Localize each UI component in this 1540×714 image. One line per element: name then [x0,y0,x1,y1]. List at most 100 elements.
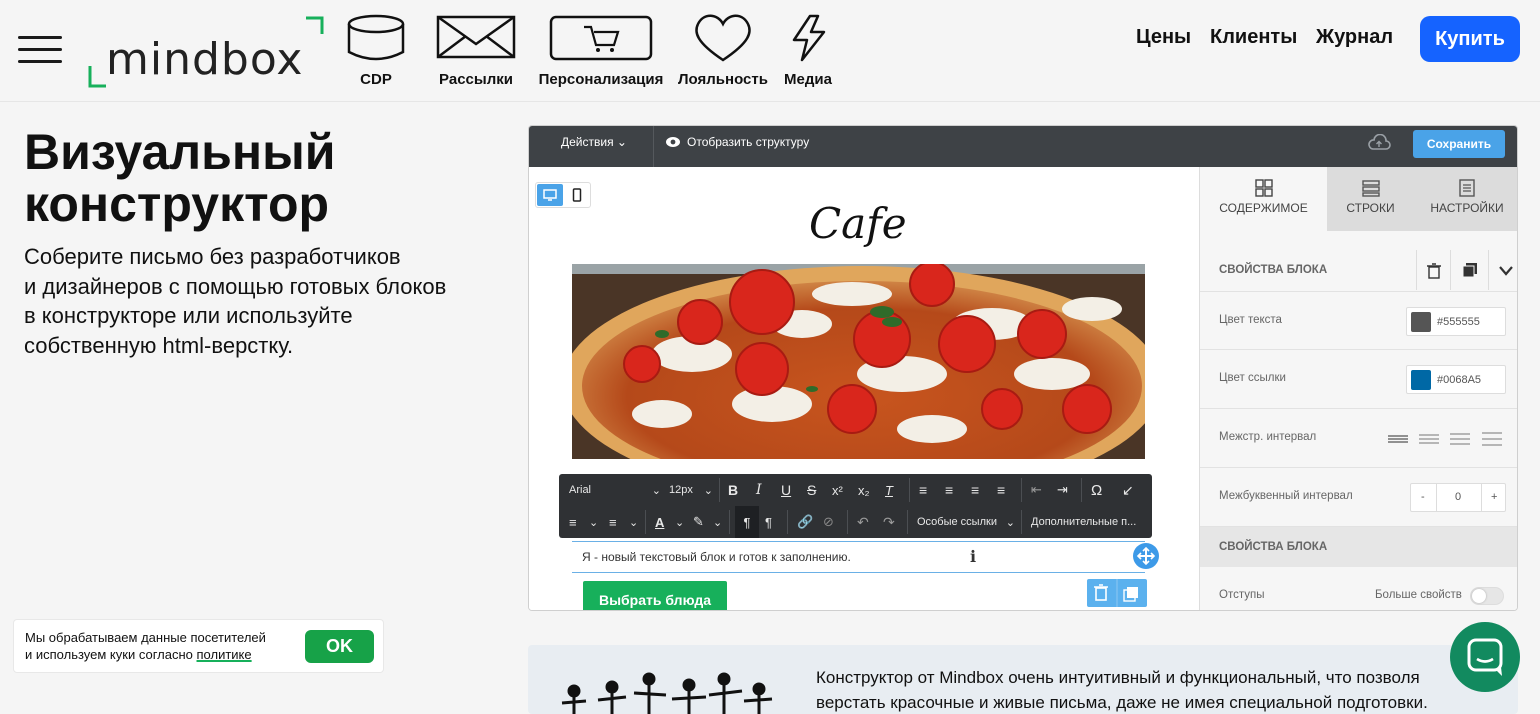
cloud-upload-icon[interactable] [1367,134,1391,152]
special-char-icon[interactable]: Ω [1091,474,1102,506]
duplicate-icon[interactable] [1123,587,1138,602]
highlight-icon[interactable]: ✎ [693,506,704,538]
actions-menu[interactable]: Действия ⌄ [561,135,627,149]
subtitle-line-1: Соберите письмо без разработчиков [24,244,401,269]
chevron-down-icon[interactable]: ⌄ [629,506,638,538]
nav-link-prices[interactable]: Цены [1136,26,1191,49]
padding-label: Отступы [1219,589,1265,601]
nav-cdp[interactable]: CDP [346,12,406,88]
nav-loyalty[interactable]: Лояльность [676,12,770,88]
cookie-line-1: Мы обрабатываем данные посетителей [25,630,266,645]
save-button[interactable]: Сохранить [1413,130,1505,158]
rtl-icon[interactable]: ¶ [765,506,772,538]
subtitle-line-2: и дизайнеров с помощью готовых блоков [24,273,447,299]
trash-icon[interactable] [1427,263,1441,279]
editor-toolbar: Действия ⌄ Отобразить структуру Сохранит… [529,126,1517,167]
chevron-down-icon[interactable] [1499,266,1513,276]
font-select[interactable]: Arial ⌄ [569,474,661,506]
align-justify-icon[interactable]: ≡ [997,474,1005,506]
chat-icon [1467,638,1503,676]
tab-settings[interactable]: НАСТРОЙКИ [1414,167,1517,231]
nav-personalization[interactable]: Персонализация [536,12,666,88]
align-left-icon[interactable]: ≡ [919,474,927,506]
letter-spacing-value[interactable]: 0 [1455,491,1461,503]
outdent-icon[interactable]: ⇤ [1031,474,1042,506]
nav-mailings-label: Рассылки [439,71,513,88]
link-color-picker[interactable]: #0068A5 [1406,365,1506,394]
tab-content[interactable]: СОДЕРЖИМОЕ [1200,167,1327,231]
bullet-list-icon[interactable]: ≡ [609,506,617,538]
desktop-icon[interactable] [537,184,563,206]
text-color-picker[interactable]: #555555 [1406,307,1506,336]
choose-dishes-button[interactable]: Выбрать блюда [583,581,727,610]
undo-icon[interactable]: ↶ [857,506,869,538]
decrement-button[interactable]: - [1421,491,1425,503]
italic-icon[interactable]: I [756,474,762,506]
increment-button[interactable]: + [1491,491,1497,503]
toolbar-row-1: Arial ⌄ 12px ⌄ B I U S x² x₂ T ≡ ≡ ≡ ≡ ⇤ ⇥… [559,474,1152,506]
buy-button[interactable]: Купить [1420,16,1520,62]
settings-doc-icon [1459,179,1475,197]
nav-media[interactable]: Медиа [780,12,836,88]
duplicate-icon[interactable] [1462,262,1478,278]
special-links-select[interactable]: Особые ссылки ⌄ [917,506,1015,538]
underline-icon[interactable]: U [781,474,791,506]
divider [1450,250,1451,290]
more-options-select[interactable]: Дополнительные п... [1031,506,1147,538]
text-color-icon[interactable]: A [655,506,664,538]
nav-mailings[interactable]: Рассылки [432,12,520,88]
subscript-icon[interactable]: x₂ [858,474,870,506]
ltr-icon[interactable]: ¶ [735,506,759,538]
text-color-label: Цвет текста [1219,314,1282,326]
policy-link[interactable]: политике [197,647,252,662]
text-color-value: #555555 [1437,316,1480,328]
superscript-icon[interactable]: x² [832,474,843,506]
tab-rows[interactable]: СТРОКИ [1327,167,1414,231]
cookie-ok-button[interactable]: OK [305,630,374,663]
nav-link-clients[interactable]: Клиенты [1210,26,1297,49]
link-color-row: Цвет ссылки #0068A5 [1200,350,1517,409]
rows-icon [1361,180,1380,197]
divider [1416,250,1417,290]
clear-format-icon[interactable]: T [885,474,893,506]
site-header: mindbox CDP Рассылки Персонализация Лоял… [0,0,1540,102]
testimonial-text: Конструктор от Mindbox очень интуитивный… [816,665,1496,714]
title-line-2: конструктор [24,176,330,232]
cart-icon [549,15,653,61]
line-height-options[interactable] [1386,432,1506,446]
redo-icon[interactable]: ↷ [883,506,895,538]
pizza-photo [572,264,1145,459]
chevron-down-icon[interactable]: ⌄ [713,506,722,538]
divider [719,478,720,502]
chat-button[interactable] [1450,622,1520,692]
chevron-down-icon: ⌄ [703,484,713,497]
unlink-icon[interactable]: ⊘ [823,506,834,538]
text-block[interactable]: Я - новый текстовый блок и готов к запол… [572,541,1145,573]
show-structure-toggle[interactable]: Отобразить структуру [687,135,809,149]
indent-icon[interactable]: ⇥ [1057,474,1068,506]
numbered-list-icon[interactable]: ≡ [569,506,577,538]
link-icon[interactable]: 🔗 [797,506,813,538]
nav-link-journal[interactable]: Журнал [1316,26,1393,49]
strikethrough-icon[interactable]: S [807,474,816,506]
database-icon [347,14,405,61]
chevron-down-icon[interactable]: ⌄ [589,506,598,538]
move-icon[interactable] [1133,543,1159,569]
menu-icon[interactable] [18,33,64,67]
collapse-icon[interactable]: ↙ [1122,474,1134,506]
bold-icon[interactable]: B [728,474,738,506]
trash-icon[interactable] [1094,584,1108,601]
divider [847,510,848,534]
testimonial-line-1: Конструктор от Mindbox очень интуитивный… [816,668,1420,687]
mindbox-logo[interactable]: mindbox [86,16,326,88]
more-properties-toggle[interactable] [1470,587,1504,605]
people-illustration [561,672,773,714]
size-select[interactable]: 12px ⌄ [669,474,713,506]
text-cursor-icon: ℹ [970,549,977,566]
align-center-icon[interactable]: ≡ [945,474,953,506]
logo-text: mindbox [106,34,304,85]
mobile-icon[interactable] [564,184,590,206]
divider [1488,250,1489,290]
align-right-icon[interactable]: ≡ [971,474,979,506]
chevron-down-icon[interactable]: ⌄ [675,506,684,538]
